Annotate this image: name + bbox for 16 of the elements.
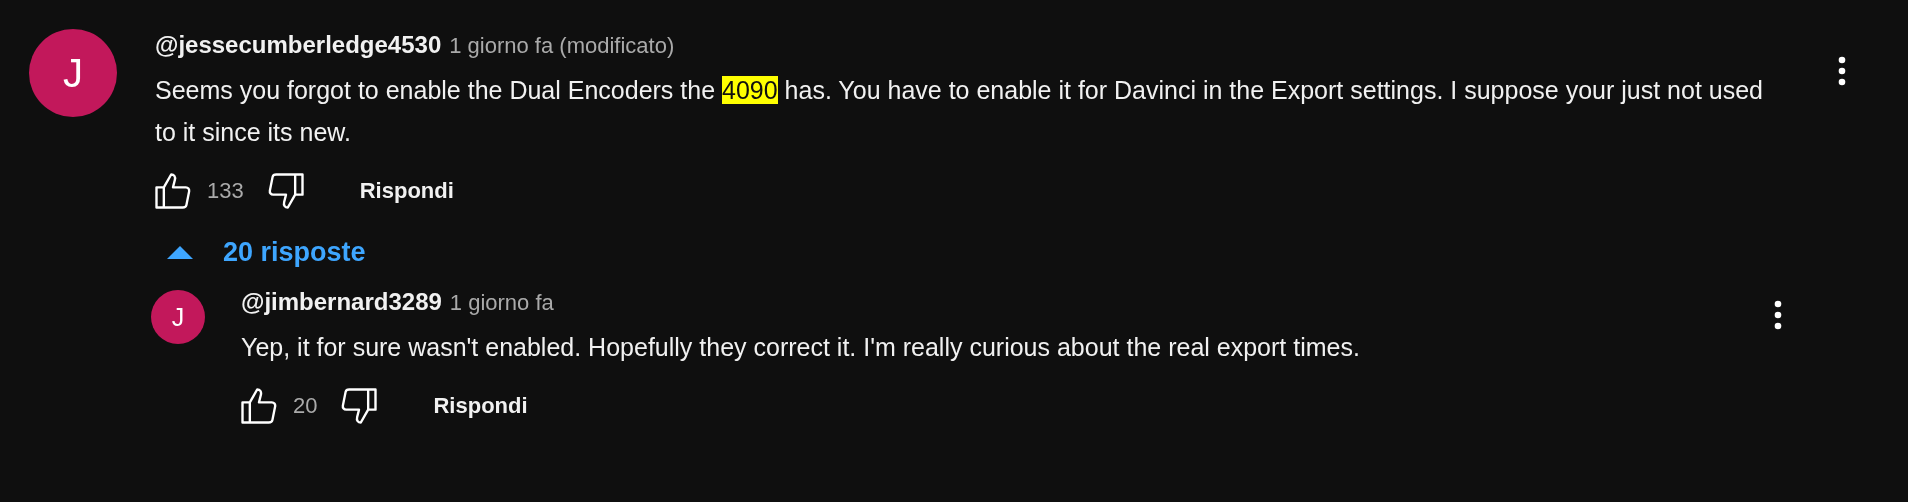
like-count: 20: [293, 393, 318, 419]
avatar[interactable]: J: [29, 29, 117, 117]
like-count: 133: [207, 178, 244, 204]
username[interactable]: @jimbernard3289: [241, 288, 442, 316]
more-icon[interactable]: [1838, 56, 1846, 86]
comment-text: Seems you forgot to enable the Dual Encoders the 4090 has. You have to enable it for Davinci in the Export settings. I suppose your just not used to it since its new.: [155, 75, 1764, 148]
timestamp: 1 giorno fa: [449, 290, 554, 316]
replies-toggle[interactable]: 20 risposte: [155, 229, 378, 276]
comment-text: Yep, it for sure wasn't enabled. Hopefully they correct it. I'm really curious about the real export times.: [241, 332, 1361, 363]
reply-button[interactable]: Rispondi: [347, 170, 466, 212]
timestamp: 1 giorno fa (modificato): [449, 33, 675, 59]
username[interactable]: @jessecumberledge4530: [155, 31, 442, 59]
avatar[interactable]: J: [151, 290, 205, 344]
reply-button[interactable]: Rispondi: [421, 385, 540, 427]
caret-icon: [167, 246, 193, 259]
more-icon[interactable]: [1774, 300, 1782, 330]
